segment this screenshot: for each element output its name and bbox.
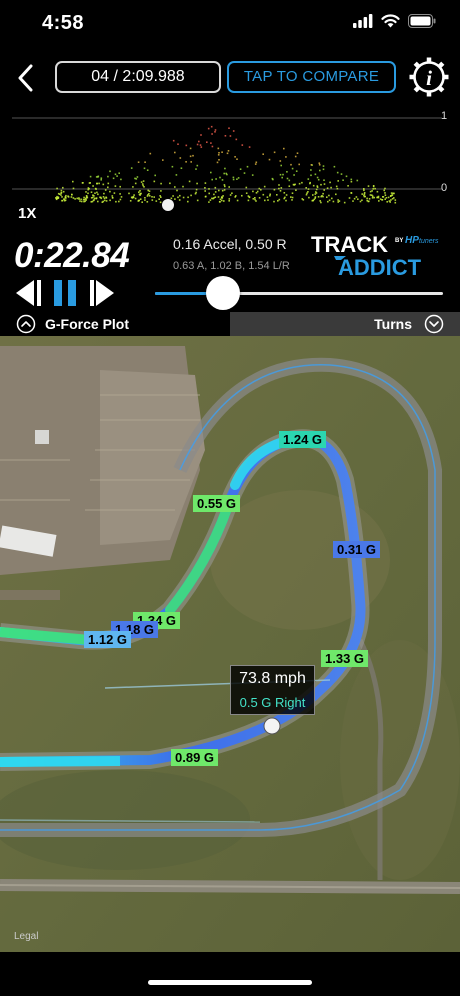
turns-label: Turns <box>374 316 412 332</box>
g-force-label: 1.12 G <box>84 631 132 648</box>
scrubber-thumb[interactable] <box>206 276 241 310</box>
panel-toggle-row: G-Force Plot Turns <box>0 312 460 336</box>
step-back-button[interactable] <box>14 278 44 308</box>
logo-track-text: TRACK <box>311 232 388 257</box>
pause-button[interactable] <box>52 278 80 308</box>
step-back-icon <box>16 280 41 306</box>
step-forward-button[interactable] <box>88 278 118 308</box>
elapsed-time: 0:22.84 <box>14 236 130 275</box>
gforce-scatter-plot <box>0 104 460 224</box>
popup-g-force: 0.5 G Right <box>239 695 306 710</box>
plot-axis-top-label: 1 <box>441 110 448 122</box>
logo-brand-text: HP <box>405 235 419 246</box>
g-force-label: 0.55 G <box>193 495 241 512</box>
g-force-label: 0.31 G <box>333 541 381 558</box>
popup-speed: 73.8 mph <box>239 670 306 687</box>
pause-icon <box>54 280 76 306</box>
svg-text:i: i <box>426 66 432 90</box>
logo-by-text: BY <box>395 238 403 244</box>
chevron-down-circle-icon <box>424 314 444 334</box>
signal-icon <box>353 14 373 28</box>
trackaddict-logo: TRACK BY HP tuners ADDICT <box>311 232 439 278</box>
lap-selector[interactable]: 04 / 2:09.988 <box>55 61 221 93</box>
logo-brand-sub-text: tuners <box>419 238 439 245</box>
back-button[interactable] <box>10 60 40 96</box>
step-forward-icon <box>90 280 114 306</box>
chevron-left-icon <box>18 64 33 92</box>
home-indicator[interactable] <box>148 980 312 985</box>
info-button[interactable]: i <box>407 56 451 98</box>
plot-axis-bottom-label: 0 <box>441 182 448 194</box>
status-bar: 4:58 <box>0 0 460 48</box>
legal-link[interactable]: Legal <box>14 931 38 942</box>
wifi-icon <box>381 14 400 28</box>
timeline-scrubber[interactable] <box>155 276 443 310</box>
transport-controls <box>14 276 118 310</box>
g-force-label: 1.24 G <box>279 431 327 448</box>
status-icons <box>353 14 436 28</box>
g-force-label: 0.89 G <box>171 749 219 766</box>
speed-popup: 73.8 mph 0.5 G Right <box>230 665 315 715</box>
chevron-up-circle-icon <box>16 314 36 334</box>
accel-readout: 0.16 Accel, 0.50 R <box>173 236 287 252</box>
status-time: 4:58 <box>42 12 85 34</box>
turns-toggle[interactable]: Turns <box>230 312 460 336</box>
logo-addict-text: ADDICT <box>338 255 422 278</box>
playback-speed[interactable]: 1X <box>18 205 36 222</box>
battery-icon <box>408 14 436 28</box>
satellite-map[interactable]: 1.24 G0.55 G0.31 G1.34 G1.18 G1.12 G1.33… <box>0 336 460 952</box>
info-gear-icon: i <box>409 57 449 97</box>
nav-bar: 04 / 2:09.988 TAP TO COMPARE i <box>0 56 460 100</box>
g-force-label: 1.33 G <box>321 650 369 667</box>
gforce-plot-label: G-Force Plot <box>45 316 130 332</box>
gforce-plot-toggle[interactable]: G-Force Plot <box>16 314 129 334</box>
accel-detail: 0.63 A, 1.02 B, 1.54 L/R <box>173 260 290 272</box>
compare-button[interactable]: TAP TO COMPARE <box>227 61 396 93</box>
